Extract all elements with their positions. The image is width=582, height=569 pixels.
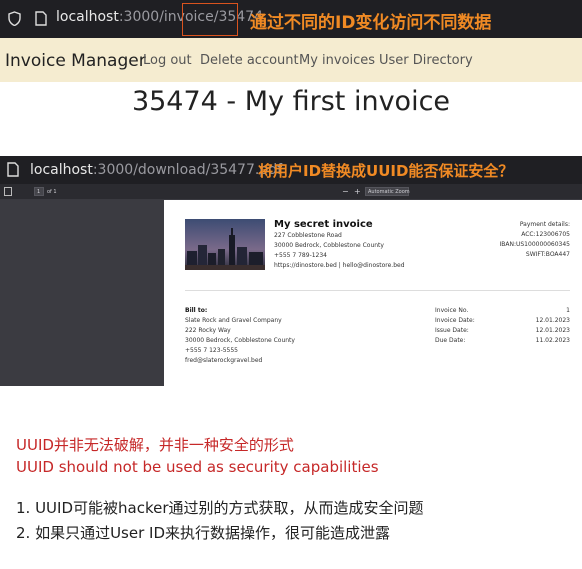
note-item-1: 1. UUID可能被hacker通过别的方式获取，从而造成安全问题	[16, 499, 424, 517]
nav-brand[interactable]: Invoice Manager	[5, 51, 146, 71]
invoice-divider	[185, 290, 570, 291]
nav-link-log-out[interactable]: Log out	[143, 53, 192, 68]
invoice-address-line: 227 Cobblestone Road	[274, 232, 342, 239]
page-count: of 1	[47, 189, 57, 195]
invoice-meta-value: 12.01.2023	[535, 317, 570, 324]
invoice-meta-label: Invoice No.	[435, 307, 469, 314]
pdf-url-path: :3000/download/35477.pdf	[92, 162, 283, 178]
page-info-icon[interactable]	[7, 162, 19, 177]
invoice-header-image	[185, 219, 265, 270]
bill-to-line: +555 7 123-5555	[185, 347, 238, 354]
screenshot-root: localhost:3000/invoice/35474 通过不同的ID变化访问…	[0, 0, 582, 569]
note-item-2: 2. 如果只通过User ID来执行数据操作，很可能造成泄露	[16, 524, 391, 542]
bill-to-line: fred@slaterockgravel.bed	[185, 357, 263, 364]
shield-icon	[8, 11, 21, 26]
page-number-input[interactable]: 1	[34, 187, 44, 196]
pdf-url-host: localhost	[30, 162, 93, 178]
pdf-sidebar	[0, 200, 164, 386]
nav-link-my-invoices[interactable]: My invoices	[299, 53, 375, 68]
bill-to-line: 222 Rocky Way	[185, 327, 231, 334]
invoice-meta-values: 1 12.01.2023 12.01.2023 11.02.2023	[510, 306, 570, 346]
zoom-select-value: Automatic Zoom	[368, 189, 410, 195]
payment-iban: IBAN:US100000060345	[499, 241, 570, 248]
payment-details-block: Payment details: ACC:123006705 IBAN:US10…	[478, 220, 570, 260]
note-red-line-1: UUID并非无法破解，并非一种安全的形式	[16, 436, 294, 454]
nav-link-delete-account[interactable]: Delete account	[200, 53, 299, 68]
zoom-out-button[interactable]: −	[342, 187, 349, 196]
invoice-meta-labels: Invoice No. Invoice Date: Issue Date: Du…	[435, 306, 475, 346]
bill-to-block: Bill to: Slate Rock and Gravel Company 2…	[185, 306, 295, 366]
pdf-url-text[interactable]: localhost:3000/download/35477.pdf	[30, 162, 282, 178]
zoom-select[interactable]: Automatic Zoom	[365, 187, 410, 196]
pdf-toolbar	[0, 184, 582, 200]
invoice-address-block: 227 Cobblestone Road 30000 Bedrock, Cobb…	[274, 231, 405, 271]
payment-swift: SWIFT:BOA447	[525, 251, 570, 258]
bill-to-line: 30000 Bedrock, Cobblestone County	[185, 337, 295, 344]
bill-to-line: Slate Rock and Gravel Company	[185, 317, 282, 324]
payment-details-title: Payment details:	[519, 221, 570, 228]
invoice-meta-value: 12.01.2023	[535, 327, 570, 334]
nav-link-user-directory[interactable]: User Directory	[379, 53, 473, 68]
invoice-title: My secret invoice	[274, 219, 373, 230]
invoice-contact: https://dinostore.bed | hello@dinostore.…	[274, 262, 405, 269]
page-info-icon[interactable]	[35, 11, 47, 26]
url-host: localhost	[56, 9, 119, 25]
url-id-highlight-box	[182, 3, 238, 36]
bill-to-title: Bill to:	[185, 307, 208, 314]
top-annotation: 通过不同的ID变化访问不同数据	[250, 13, 492, 33]
payment-acc: ACC:123006705	[521, 231, 570, 238]
invoice-meta-value: 11.02.2023	[535, 337, 570, 344]
invoice-meta-label: Due Date:	[435, 337, 466, 344]
page-number-value: 1	[37, 189, 41, 195]
invoice-phone: +555 7 789-1234	[274, 252, 327, 259]
invoice-meta-label: Issue Date:	[435, 327, 469, 334]
pdf-annotation: 将用户ID替换成UUID能否保证安全？	[258, 162, 514, 180]
sidebar-toggle-icon[interactable]	[4, 187, 12, 196]
invoice-meta-value: 1	[566, 307, 570, 314]
note-red-line-2: UUID should not be used as security capa…	[16, 458, 379, 476]
page-title: 35474 - My first invoice	[131, 86, 451, 117]
invoice-address-line: 30000 Bedrock, Cobblestone County	[274, 242, 384, 249]
zoom-in-button[interactable]: +	[354, 187, 361, 196]
invoice-meta-label: Invoice Date:	[435, 317, 475, 324]
